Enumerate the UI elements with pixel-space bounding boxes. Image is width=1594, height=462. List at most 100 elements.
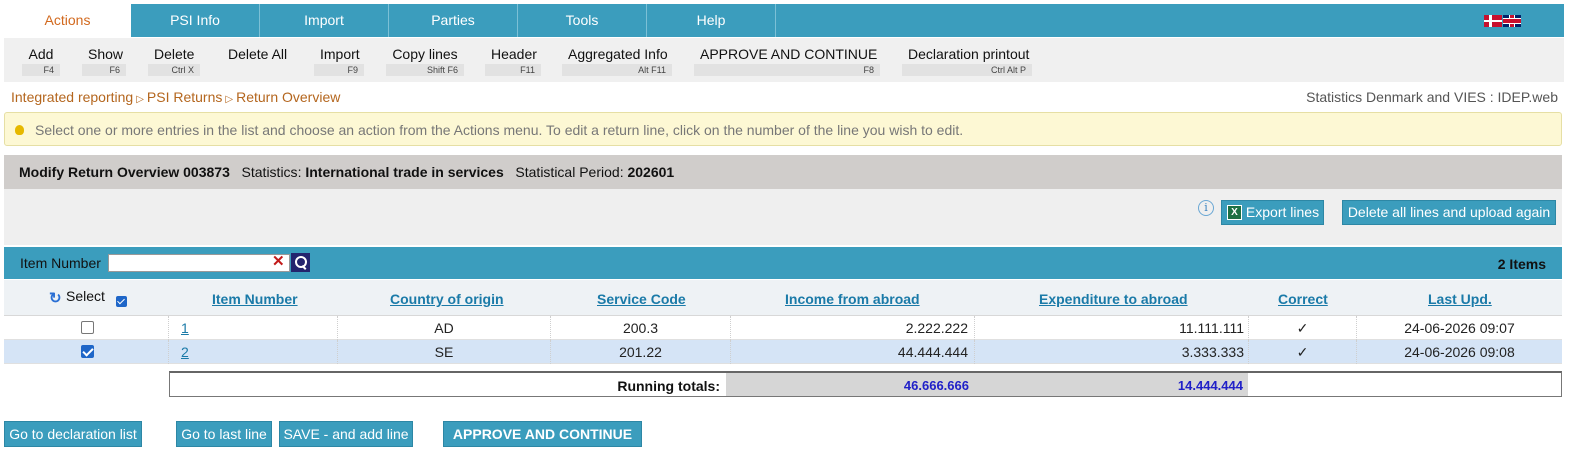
breadcrumb-psi-returns[interactable]: PSI Returns	[147, 89, 222, 105]
select-column-header: Select	[66, 288, 105, 304]
column-income-from-abroad[interactable]: Income from abroad	[785, 291, 920, 307]
header-action[interactable]: Header F11	[485, 46, 541, 78]
tab-tools[interactable]: Tools	[518, 4, 647, 37]
aggregated-info-action-shortcut: Alt F11	[562, 64, 672, 76]
show-action-label: Show	[88, 46, 124, 62]
total-income: 46.666.666	[903, 378, 969, 393]
breadcrumb-return-overview: Return Overview	[236, 89, 341, 105]
return-header: Modify Return Overview 003873 Statistics…	[4, 155, 1562, 189]
income-cell: 44.444.444	[731, 340, 975, 364]
column-correct[interactable]: Correct	[1278, 291, 1328, 307]
table-row: 2 SE 201.22 44.444.444 3.333.333 ✓ 24-06…	[4, 340, 1562, 364]
return-button-panel: i X Export lines Delete all lines and up…	[4, 189, 1562, 245]
last-upd-cell: 24-06-2026 09:08	[1404, 344, 1515, 360]
go-to-last-line-button[interactable]: Go to last line	[176, 421, 272, 447]
correct-cell: ✓	[1249, 340, 1357, 364]
period-value: 202601	[627, 164, 675, 180]
add-action[interactable]: Add F4	[22, 46, 60, 78]
country-cell: AD	[338, 316, 551, 340]
save-add-line-button[interactable]: SAVE - and add line	[279, 421, 413, 447]
column-country-of-origin[interactable]: Country of origin	[390, 291, 504, 307]
delete-all-action-label: Delete All	[228, 46, 288, 62]
import-action-shortcut: F9	[314, 64, 364, 76]
income-cell: 2.222.222	[731, 316, 975, 340]
filter-label: Item Number	[20, 255, 101, 271]
select-cell	[4, 316, 169, 340]
item-number-filter-input[interactable]	[108, 254, 290, 272]
add-action-shortcut: F4	[22, 64, 60, 76]
export-lines-label: Export lines	[1245, 204, 1320, 220]
country-cell: SE	[338, 340, 551, 364]
app-name: Statistics Denmark and VIES : IDEP.web	[1306, 89, 1558, 105]
english-flag-icon[interactable]	[1503, 15, 1521, 27]
service-code-cell: 200.3	[551, 316, 731, 340]
delete-all-upload-button[interactable]: Delete all lines and upload again	[1342, 200, 1556, 225]
show-action[interactable]: Show F6	[82, 46, 126, 78]
check-mark-icon: ✓	[1296, 320, 1309, 336]
copy-lines-action[interactable]: Copy lines Shift F6	[386, 46, 464, 78]
aggregated-info-action[interactable]: Aggregated Info Alt F11	[562, 46, 672, 78]
import-action[interactable]: Import F9	[314, 46, 364, 78]
totals-highlight	[726, 373, 1248, 396]
total-expenditure: 14.444.444	[1177, 378, 1243, 393]
table-header: ↻ Select Item Number Country of origin S…	[4, 280, 1562, 316]
row-checkbox[interactable]	[81, 321, 94, 334]
main-tab-bar: Actions PSI Info Import Parties Tools He…	[4, 4, 1564, 38]
tab-actions[interactable]: Actions	[4, 4, 131, 38]
breadcrumb-integrated-reporting[interactable]: Integrated reporting	[11, 89, 133, 105]
tab-psi-info[interactable]: PSI Info	[131, 4, 260, 37]
clear-filter-icon[interactable]: ✕	[272, 253, 285, 271]
show-action-shortcut: F6	[82, 64, 126, 76]
declaration-printout-action[interactable]: Declaration printout Ctrl Alt P	[902, 46, 1032, 78]
copy-lines-action-label: Copy lines	[392, 46, 458, 62]
copy-lines-action-shortcut: Shift F6	[386, 64, 464, 76]
lightbulb-icon	[15, 125, 24, 135]
item-number-cell: 2	[169, 340, 338, 364]
info-icon[interactable]: i	[1198, 200, 1214, 216]
declaration-printout-action-shortcut: Ctrl Alt P	[902, 64, 1032, 76]
item-number-cell: 1	[169, 316, 338, 340]
select-cell	[4, 340, 169, 364]
statistics-value: International trade in services	[305, 164, 504, 180]
tab-parties[interactable]: Parties	[389, 4, 518, 37]
period-label: Statistical Period	[515, 164, 620, 180]
item-number-link[interactable]: 2	[181, 344, 189, 360]
statistics-label: Statistics	[241, 164, 298, 180]
item-number-link[interactable]: 1	[181, 320, 189, 336]
tab-import[interactable]: Import	[260, 4, 389, 37]
approve-continue-action[interactable]: APPROVE AND CONTINUE F8	[694, 46, 880, 78]
select-all-checkbox[interactable]	[116, 296, 127, 307]
breadcrumb-separator-icon: ▷	[225, 94, 234, 105]
declaration-printout-action-label: Declaration printout	[908, 46, 1030, 62]
table-row: 1 AD 200.3 2.222.222 11.111.111 ✓ 24-06-…	[4, 316, 1562, 340]
expenditure-cell: 3.333.333	[975, 340, 1249, 364]
delete-all-action[interactable]: Delete All	[222, 46, 292, 78]
add-action-label: Add	[28, 46, 54, 62]
info-message-box: Select one or more entries in the list a…	[4, 112, 1562, 146]
approve-continue-button[interactable]: APPROVE AND CONTINUE	[443, 421, 642, 447]
column-expenditure-to-abroad[interactable]: Expenditure to abroad	[1039, 291, 1188, 307]
column-last-upd[interactable]: Last Upd.	[1428, 291, 1492, 307]
breadcrumb: Integrated reporting ▷ PSI Returns ▷ Return …	[11, 89, 340, 105]
column-item-number[interactable]: Item Number	[212, 291, 298, 307]
delete-action[interactable]: Delete Ctrl X	[148, 46, 200, 78]
excel-icon: X	[1227, 205, 1242, 220]
export-lines-button[interactable]: X Export lines	[1221, 200, 1324, 225]
search-icon[interactable]	[291, 253, 310, 272]
header-action-shortcut: F11	[485, 64, 541, 76]
row-checkbox[interactable]	[81, 345, 94, 358]
header-action-label: Header	[491, 46, 537, 62]
aggregated-info-action-label: Aggregated Info	[568, 46, 668, 62]
filter-bar: Item Number ✕ 2 Items	[4, 247, 1562, 279]
refresh-icon[interactable]: ↻	[49, 289, 62, 307]
language-flags	[1484, 15, 1521, 27]
import-action-label: Import	[320, 46, 360, 62]
breadcrumb-separator-icon: ▷	[136, 94, 144, 105]
danish-flag-icon[interactable]	[1484, 15, 1502, 27]
check-mark-icon: ✓	[1296, 344, 1309, 360]
tab-help[interactable]: Help	[647, 4, 776, 37]
approve-continue-action-label: APPROVE AND CONTINUE	[700, 46, 878, 62]
go-to-declaration-list-button[interactable]: Go to declaration list	[4, 421, 142, 447]
info-message-text: Select one or more entries in the list a…	[35, 122, 964, 138]
column-service-code[interactable]: Service Code	[597, 291, 686, 307]
